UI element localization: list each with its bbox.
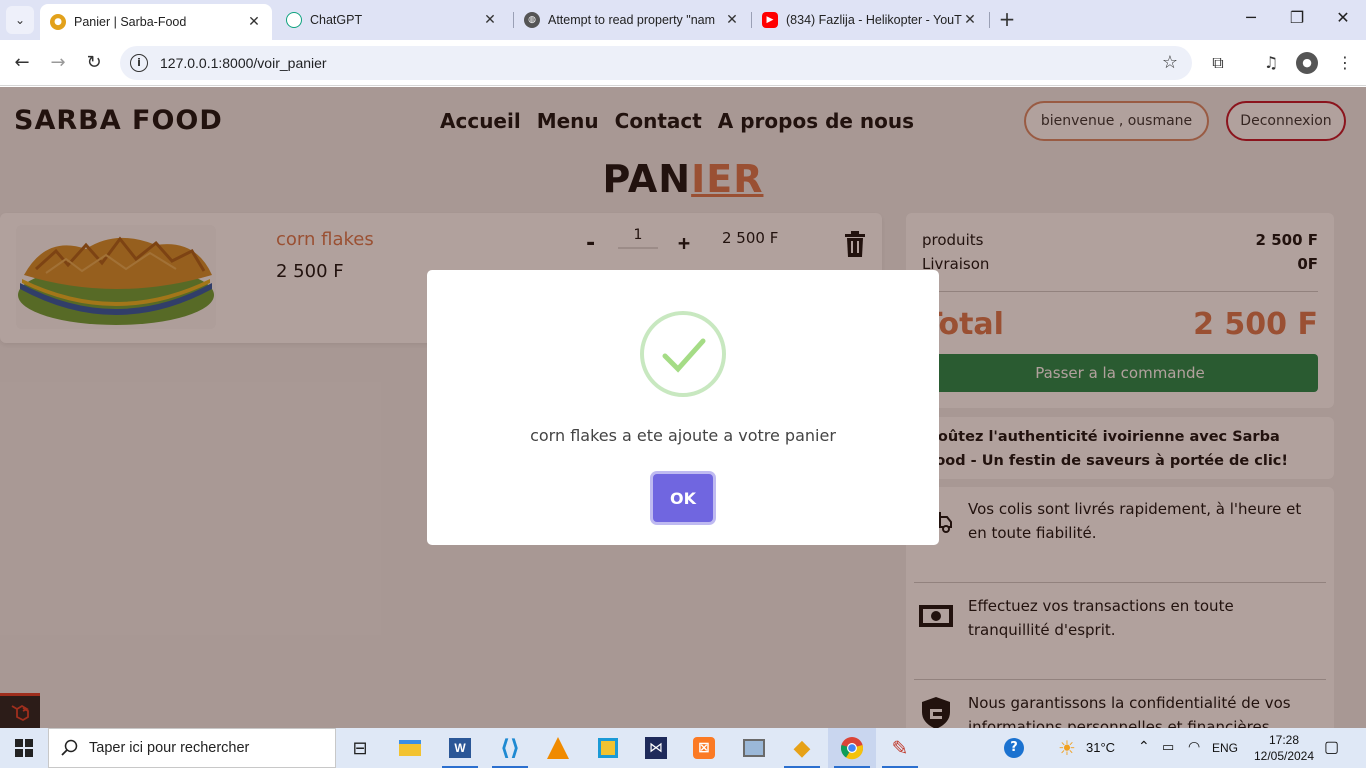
site-info-icon[interactable]: i — [130, 54, 148, 72]
visual-studio-icon[interactable]: ⋈ — [632, 728, 680, 768]
tab-search-button[interactable]: ⌄ — [6, 6, 34, 34]
paint-app-icon[interactable]: ✎ — [876, 728, 924, 768]
close-icon[interactable]: ✕ — [482, 12, 498, 28]
address-toolbar: ← → ↻ i 127.0.0.1:8000/voir_panier ☆ ⧉ ♫… — [0, 40, 1366, 86]
close-icon[interactable]: ✕ — [246, 14, 262, 30]
windows-logo-icon — [15, 739, 33, 757]
success-dialog: corn flakes a ete ajoute a votre panier … — [427, 270, 939, 545]
maximize-button[interactable]: ❐ — [1274, 8, 1320, 27]
tab-title: Panier | Sarba-Food — [74, 15, 187, 29]
search-icon — [61, 739, 78, 756]
page-content: SARBA FOOD Accueil Menu Contact A propos… — [0, 87, 1366, 728]
chevron-up-icon[interactable]: ⌃ — [1138, 738, 1150, 755]
chatgpt-icon — [286, 12, 302, 28]
chevron-down-icon: ⌄ — [14, 13, 26, 27]
bookmark-star-icon[interactable]: ☆ — [1162, 52, 1178, 73]
weather-icon[interactable]: ☀ — [1050, 728, 1084, 768]
browser-tab-bar: ⌄ ● Panier | Sarba-Food ✕ ChatGPT ✕ ◍ At… — [0, 0, 1366, 40]
sarba-favicon-icon: ● — [50, 14, 66, 30]
taskbar-search-box[interactable]: Taper ici pour rechercher — [48, 728, 336, 768]
windows-taskbar: Taper ici pour rechercher ⊟ W ⟨⟩ ⋈ ⊠ ◆ ✎… — [0, 728, 1366, 768]
photos-app-icon[interactable] — [730, 728, 778, 768]
language-indicator[interactable]: ENG — [1212, 741, 1238, 755]
url-text[interactable]: 127.0.0.1:8000/voir_panier — [160, 55, 327, 71]
dialog-message: corn flakes a ete ajoute a votre panier — [530, 426, 836, 445]
vscode-icon[interactable]: ⟨⟩ — [486, 728, 534, 768]
tab-error[interactable]: ◍ Attempt to read property "nam ✕ — [514, 4, 750, 36]
tab-title: Attempt to read property "nam — [548, 13, 716, 27]
tab-title: (834) Fazlija - Helikopter - YouT — [786, 13, 962, 27]
chrome-logo-icon — [840, 737, 864, 760]
chrome-icon[interactable] — [828, 728, 876, 768]
close-icon[interactable]: ✕ — [724, 12, 740, 28]
tab-divider — [989, 12, 990, 28]
search-placeholder: Taper ici pour rechercher — [89, 740, 250, 756]
battery-icon[interactable]: ▭ — [1162, 739, 1174, 755]
weather-temp[interactable]: 31°C — [1086, 740, 1115, 755]
back-arrow-icon[interactable]: ← — [10, 51, 34, 75]
tab-chatgpt[interactable]: ChatGPT ✕ — [276, 4, 508, 36]
notifications-icon[interactable]: ▢ — [1324, 737, 1339, 757]
file-explorer-icon[interactable] — [386, 728, 434, 768]
word-icon[interactable]: W — [436, 728, 484, 768]
vlc-icon[interactable] — [534, 728, 582, 768]
address-bar[interactable]: i 127.0.0.1:8000/voir_panier ☆ — [120, 46, 1192, 80]
clock-time[interactable]: 17:28 — [1262, 733, 1306, 747]
start-button[interactable] — [0, 728, 48, 768]
globe-icon: ◍ — [524, 12, 540, 28]
task-view-icon[interactable]: ⊟ — [336, 728, 384, 768]
profile-avatar[interactable]: ● — [1296, 52, 1318, 74]
menu-kebab-icon[interactable]: ⋮ — [1334, 52, 1356, 74]
new-tab-button[interactable]: + — [996, 8, 1018, 30]
tab-title: ChatGPT — [310, 13, 363, 27]
wifi-icon[interactable]: ◠ — [1188, 738, 1200, 755]
xampp-icon[interactable]: ⊠ — [680, 728, 728, 768]
sql-app-icon[interactable]: ◆ — [778, 728, 826, 768]
success-check-icon — [640, 311, 726, 397]
network-app-icon[interactable] — [584, 728, 632, 768]
youtube-icon: ▶ — [762, 12, 778, 28]
tab-panier[interactable]: ● Panier | Sarba-Food ✕ — [40, 4, 272, 40]
close-icon[interactable]: ✕ — [962, 12, 978, 28]
tab-youtube[interactable]: ▶ (834) Fazlija - Helikopter - YouT ✕ — [752, 4, 988, 36]
clock-date[interactable]: 12/05/2024 — [1246, 749, 1322, 763]
extensions-icon[interactable]: ⧉ — [1207, 52, 1229, 74]
minimize-button[interactable]: ─ — [1228, 8, 1274, 27]
media-control-icon[interactable]: ♫ — [1260, 52, 1282, 74]
forward-arrow-icon[interactable]: → — [46, 51, 70, 75]
help-icon[interactable]: ? — [994, 728, 1034, 768]
ok-button[interactable]: OK — [653, 474, 713, 522]
reload-icon[interactable]: ↻ — [82, 51, 106, 75]
window-close-button[interactable]: ✕ — [1320, 8, 1366, 27]
